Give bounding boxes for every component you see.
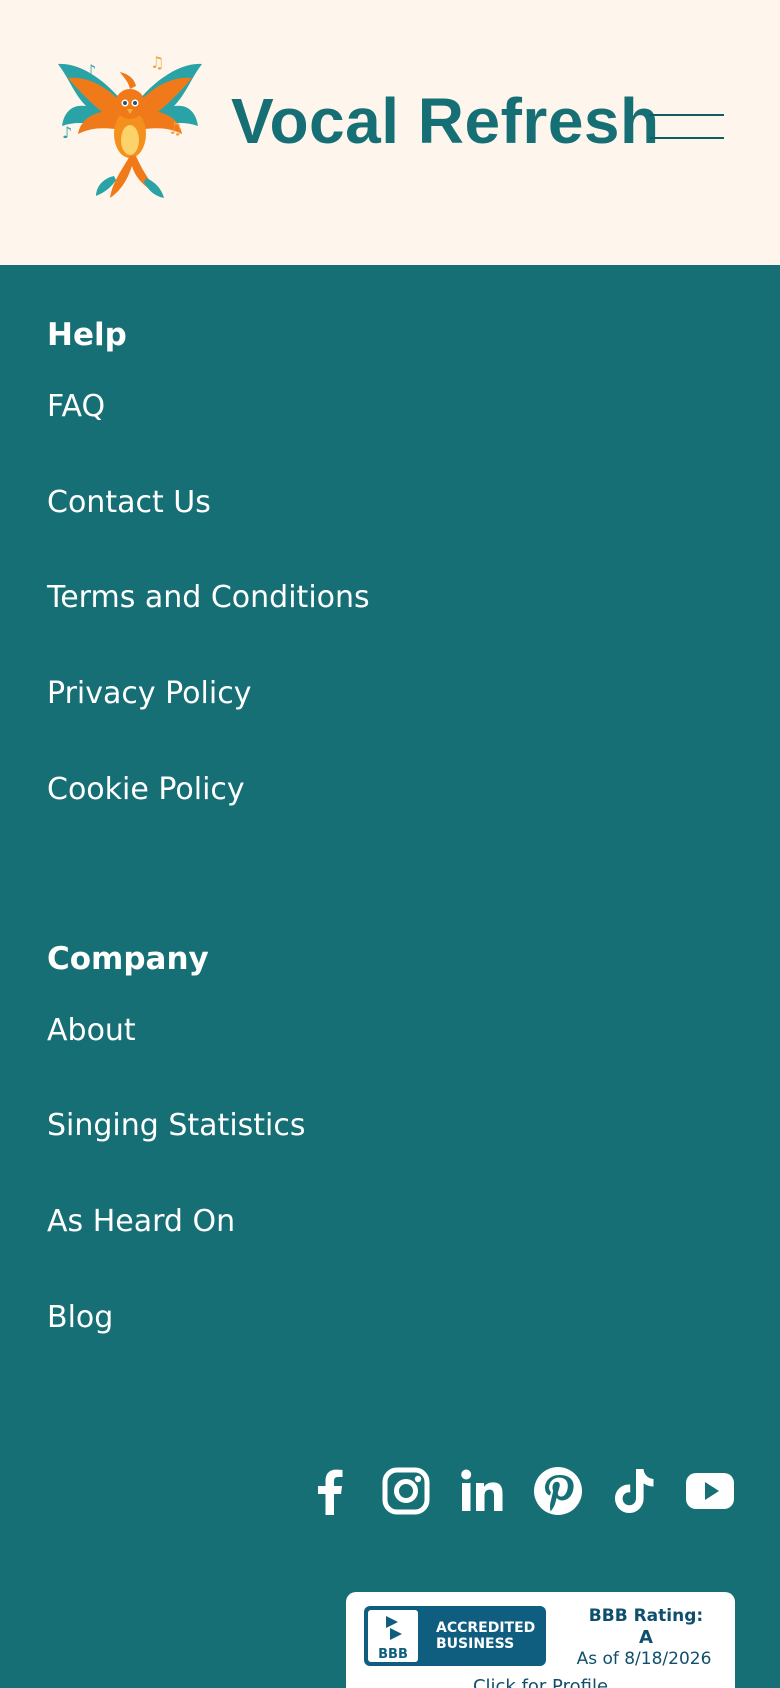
youtube-icon[interactable] [684, 1465, 736, 1517]
footer-link-faq[interactable]: FAQ [47, 389, 105, 424]
hamburger-line [650, 137, 724, 139]
footer-link-as-heard-on[interactable]: As Heard On [47, 1204, 235, 1239]
site-header: ♪ ♫ ♪ ♫ Vocal Refresh [0, 0, 780, 265]
bbb-seal: BBB ACCREDITED BUSINESS [364, 1606, 546, 1666]
bbb-seal-line-1: ACCREDITED [436, 1620, 536, 1636]
svg-text:♫: ♫ [150, 53, 164, 72]
footer-link-contact-us[interactable]: Contact Us [47, 485, 211, 520]
svg-text:♪: ♪ [62, 123, 72, 142]
bbb-seal-text: ACCREDITED BUSINESS [436, 1620, 535, 1652]
hamburger-line [650, 114, 724, 116]
bbb-logo-text: BBB [378, 1647, 408, 1662]
footer-link-terms[interactable]: Terms and Conditions [47, 580, 370, 615]
pinterest-icon[interactable] [532, 1465, 584, 1517]
site-title[interactable]: Vocal Refresh [231, 84, 660, 158]
bbb-accreditation-badge[interactable]: BBB ACCREDITED BUSINESS BBB Rating: A As… [346, 1592, 735, 1688]
bbb-torch-icon: BBB [368, 1610, 418, 1662]
linkedin-icon[interactable] [456, 1465, 508, 1517]
phoenix-logo-icon[interactable]: ♪ ♫ ♪ ♫ [50, 42, 210, 204]
footer-link-singing-statistics[interactable]: Singing Statistics [47, 1108, 306, 1143]
footer-link-cookie-policy[interactable]: Cookie Policy [47, 772, 245, 807]
hamburger-menu-icon[interactable] [650, 108, 724, 140]
company-section-title: Company [47, 941, 209, 977]
footer-link-about[interactable]: About [47, 1013, 136, 1048]
tiktok-icon[interactable] [608, 1465, 660, 1517]
bbb-profile-link[interactable]: Click for Profile [346, 1676, 735, 1688]
instagram-icon[interactable] [380, 1465, 432, 1517]
help-section-title: Help [47, 317, 127, 353]
site-footer: Help FAQ Contact Us Terms and Conditions… [0, 265, 780, 1688]
footer-link-blog[interactable]: Blog [47, 1300, 113, 1335]
bbb-rating-label: BBB Rating: [588, 1606, 704, 1626]
bbb-rating-value: A [639, 1627, 653, 1648]
footer-link-privacy-policy[interactable]: Privacy Policy [47, 676, 251, 711]
facebook-icon[interactable] [304, 1465, 356, 1517]
svg-text:♫: ♫ [168, 119, 182, 138]
svg-text:♪: ♪ [86, 61, 96, 80]
bbb-rating-date: As of 8/18/2026 [576, 1649, 712, 1669]
bbb-seal-line-2: BUSINESS [436, 1636, 515, 1652]
